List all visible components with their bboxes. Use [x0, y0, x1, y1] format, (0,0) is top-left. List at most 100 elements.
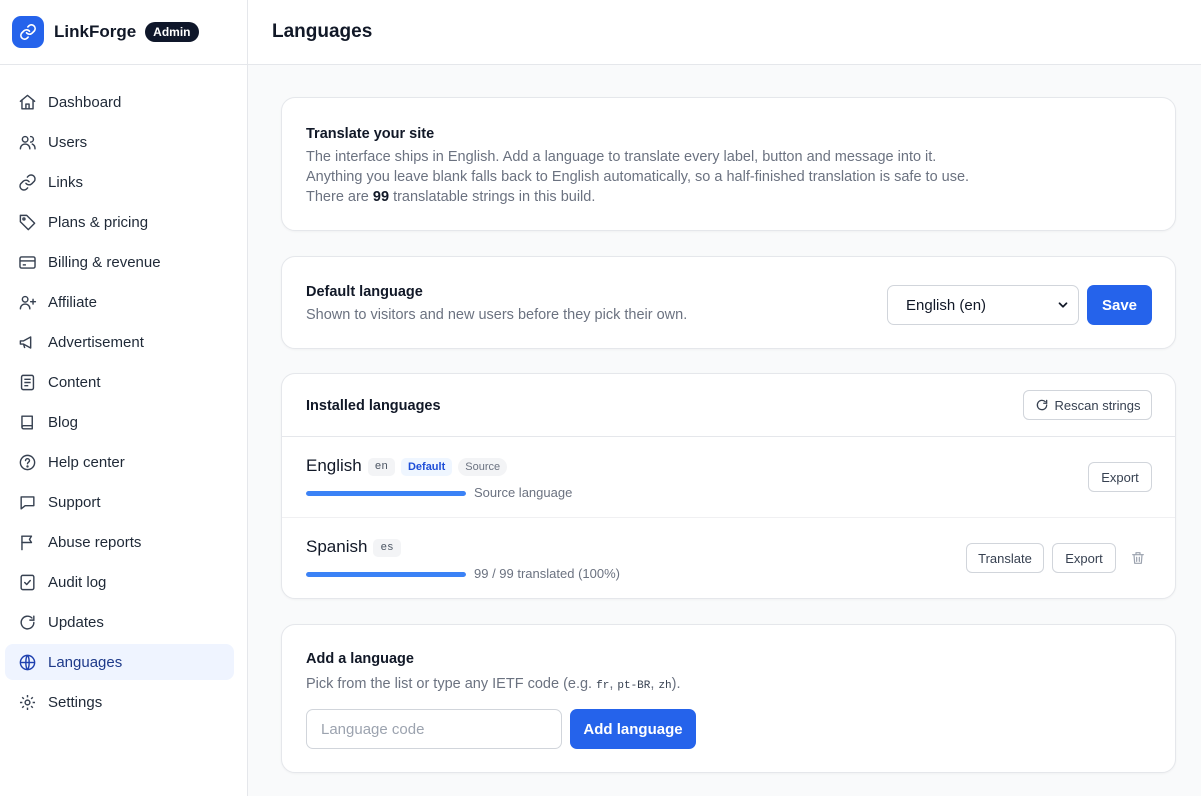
language-name-text: Spanish [306, 537, 368, 556]
intro-line-3: There are 99 translatable strings in thi… [306, 187, 595, 207]
default-language-select[interactable]: English (en) [887, 285, 1079, 325]
translation-progress-bar [306, 572, 466, 577]
sidebar-item-label: Users [48, 133, 88, 151]
language-code-chip: en [367, 457, 395, 476]
intro-line-3-suffix: translatable strings in this build. [389, 189, 596, 205]
default-language-title: Default language [306, 284, 423, 300]
sidebar-item-abuse-reports[interactable]: Abuse reports [5, 524, 234, 560]
default-language-card: Default language Shown to visitors and n… [281, 256, 1176, 349]
sidebar-item-label: Advertisement [48, 333, 144, 351]
default-badge: Default [400, 457, 453, 476]
refresh-icon [1035, 398, 1049, 412]
document-icon [17, 372, 37, 392]
sidebar-item-label: Blog [48, 413, 79, 431]
language-name: Spanish es [306, 537, 401, 557]
sidebar-item-settings[interactable]: Settings [5, 684, 234, 720]
select-value: English (en) [906, 296, 987, 314]
app-name: LinkForge [54, 22, 137, 41]
intro-title: Translate your site [306, 126, 435, 142]
sidebar-item-label: Support [48, 493, 101, 511]
gear-icon [17, 692, 37, 712]
progress-fill [306, 572, 466, 577]
sidebar-item-plans-pricing[interactable]: Plans & pricing [5, 204, 234, 240]
string-count: 99 [372, 189, 390, 205]
sidebar-item-content[interactable]: Content [5, 364, 234, 400]
installed-title: Installed languages [306, 398, 441, 414]
page-title: Languages [272, 21, 373, 42]
sidebar-item-label: Content [48, 373, 101, 391]
installed-languages-card: Installed languages Rescan strings Engli… [281, 373, 1176, 599]
default-language-description: Shown to visitors and new users before t… [306, 307, 688, 323]
sidebar-item-audit-log[interactable]: Audit log [5, 564, 234, 600]
sidebar-item-advertisement[interactable]: Advertisement [5, 324, 234, 360]
top-bar: Languages [248, 0, 1201, 65]
sidebar-item-label: Updates [48, 613, 104, 631]
language-code-input[interactable] [306, 709, 562, 749]
rescan-label: Rescan strings [1054, 397, 1141, 413]
sidebar-item-updates[interactable]: Updates [5, 604, 234, 640]
sidebar-item-support[interactable]: Support [5, 484, 234, 520]
sidebar-item-users[interactable]: Users [5, 124, 234, 160]
language-code-chip: es [373, 538, 401, 557]
translate-button[interactable]: Translate [966, 543, 1044, 573]
progress-status: 99 / 99 translated (100%) [474, 566, 620, 581]
sidebar-item-links[interactable]: Links [5, 164, 234, 200]
hint-suffix: ). [671, 676, 681, 692]
hint-code: pt-BR [617, 680, 651, 692]
checklist-icon [17, 572, 37, 592]
rescan-strings-button[interactable]: Rescan strings [1023, 390, 1152, 420]
translation-progress-bar [306, 491, 466, 496]
progress-status: Source language [474, 485, 573, 500]
export-button[interactable]: Export [1088, 462, 1152, 492]
source-badge: Source [458, 457, 508, 476]
hint-code: fr [596, 680, 610, 692]
link-icon [17, 172, 37, 192]
sidebar-item-billing-revenue[interactable]: Billing & revenue [5, 244, 234, 280]
sidebar-item-label: Links [48, 173, 84, 191]
chevron-down-icon [1056, 298, 1070, 316]
credit-card-icon [17, 252, 37, 272]
add-language-hint: Pick from the list or type any IETF code… [306, 674, 681, 696]
sidebar-item-help-center[interactable]: Help center [5, 444, 234, 480]
intro-line-3-prefix: There are [306, 189, 373, 205]
intro-line-2: Anything you leave blank falls back to E… [306, 169, 970, 185]
sidebar-item-dashboard[interactable]: Dashboard [5, 84, 234, 120]
refresh-icon [17, 612, 37, 632]
sidebar-item-label: Settings [48, 693, 103, 711]
language-row-spanish: Spanish es 99 / 99 translated (100%) Tran… [282, 518, 1175, 599]
hint-code: zh [658, 680, 672, 692]
sidebar-item-label: Dashboard [48, 93, 122, 111]
brand: LinkForge Admin [0, 0, 247, 65]
language-row-english: English en Default Source Source language E… [282, 437, 1175, 518]
sidebar-item-blog[interactable]: Blog [5, 404, 234, 440]
users-icon [17, 132, 37, 152]
role-badge: Admin [145, 22, 199, 42]
globe-icon [17, 652, 37, 672]
user-plus-icon [17, 292, 37, 312]
help-circle-icon [17, 452, 37, 472]
sidebar: LinkForge Admin Dashboard Users Links Pl… [0, 0, 248, 796]
sidebar-item-affiliate[interactable]: Affiliate [5, 284, 234, 320]
add-language-card: Add a language Pick from the list or typ… [281, 624, 1176, 773]
hint-prefix: Pick from the list or type any IETF code… [306, 676, 597, 692]
save-button[interactable]: Save [1087, 285, 1152, 325]
sidebar-item-label: Affiliate [48, 293, 97, 311]
export-button[interactable]: Export [1052, 543, 1116, 573]
tag-icon [17, 212, 37, 232]
home-icon [17, 92, 37, 112]
progress-fill [306, 491, 466, 496]
installed-header: Installed languages Rescan strings [282, 374, 1175, 437]
megaphone-icon [17, 332, 37, 352]
add-language-button[interactable]: Add language [570, 709, 696, 749]
sidebar-item-label: Help center [48, 453, 125, 471]
trash-icon[interactable] [1130, 550, 1146, 571]
intro-line-1: The interface ships in English. Add a la… [306, 149, 937, 165]
flag-icon [17, 532, 37, 552]
sidebar-item-label: Languages [48, 653, 123, 671]
sidebar-nav: Dashboard Users Links Plans & pricing Bi… [0, 65, 247, 720]
language-name: English en Default Source [306, 456, 508, 476]
sidebar-item-label: Plans & pricing [48, 213, 149, 231]
link-logo-icon [12, 16, 44, 48]
sidebar-item-languages[interactable]: Languages [5, 644, 234, 680]
sidebar-item-label: Abuse reports [48, 533, 142, 551]
